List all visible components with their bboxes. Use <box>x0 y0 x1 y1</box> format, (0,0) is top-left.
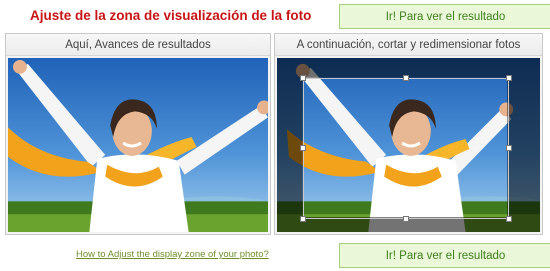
crop-panel-header: A continuación, cortar y redimensionar f… <box>275 34 542 56</box>
help-link[interactable]: How to Adjust the display zone of your p… <box>76 249 269 260</box>
crop-panel: A continuación, cortar y redimensionar f… <box>274 33 543 235</box>
crop-handle-top-middle[interactable] <box>403 75 409 81</box>
preview-panel: Aquí, Avances de resultados <box>5 33 271 235</box>
crop-handle-bottom-middle[interactable] <box>403 216 409 222</box>
crop-selection-box[interactable] <box>300 75 512 222</box>
crop-handle-bottom-right[interactable] <box>506 216 512 222</box>
crop-handle-middle-left[interactable] <box>300 145 306 151</box>
go-to-result-button-bottom[interactable]: Ir! Para ver el resultado <box>339 243 550 268</box>
crop-handle-bottom-left[interactable] <box>300 216 306 222</box>
crop-photo <box>277 58 540 232</box>
crop-handle-top-left[interactable] <box>300 75 306 81</box>
go-to-result-button-top[interactable]: Ir! Para ver el resultado <box>339 4 550 29</box>
crop-handle-middle-right[interactable] <box>506 145 512 151</box>
page-title: Ajuste de la zona de visualización de la… <box>30 8 312 23</box>
preview-panel-header: Aquí, Avances de resultados <box>6 34 270 56</box>
crop-handle-top-right[interactable] <box>506 75 512 81</box>
preview-photo <box>8 58 268 232</box>
